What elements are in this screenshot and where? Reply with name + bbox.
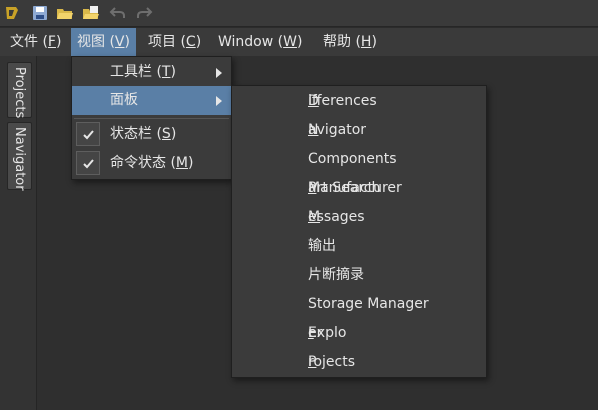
tab-navigator[interactable]: Navigator	[7, 122, 32, 191]
menu-item-statusbar-mnemonic: S	[161, 126, 171, 142]
tab-projects[interactable]: Projects	[7, 62, 32, 118]
menu-item-command-status[interactable]: 命令状态 (M)	[72, 149, 231, 178]
menu-window-mnemonic: W	[283, 34, 297, 50]
menu-item-command-status-suffix: )	[188, 155, 194, 171]
submenu-item-messages[interactable]: Messages	[232, 203, 487, 232]
menu-project-suffix: )	[195, 34, 202, 50]
save-icon[interactable]	[31, 4, 49, 22]
tab-projects-label: Projects	[12, 67, 27, 119]
menu-file[interactable]: 文件 (F)	[4, 28, 67, 56]
menu-project[interactable]: 项目 (C)	[142, 28, 207, 56]
menu-file-suffix: )	[55, 34, 62, 50]
menu-item-panels-label: 面板	[110, 92, 138, 108]
tab-navigator-label: Navigator	[12, 127, 27, 191]
toolbar	[0, 0, 598, 27]
left-dock-bar: Projects Navigator	[0, 56, 37, 410]
menu-item-statusbar-label: 状态栏 (	[110, 126, 162, 142]
menu-help-mnemonic: H	[360, 34, 372, 50]
submenu-arrow-icon	[216, 68, 222, 78]
menu-bar: 文件 (F) 视图 (V) 项目 (C) Window (W) 帮助 (H)	[0, 28, 598, 56]
submenu-arrow-icon	[216, 96, 222, 106]
menu-help[interactable]: 帮助 (H)	[317, 28, 383, 56]
menu-window[interactable]: Window (W)	[212, 28, 308, 56]
panels-submenu: Differences Navigator Components Manufac…	[231, 85, 487, 378]
submenu-item-navigator[interactable]: Navigator	[232, 116, 487, 145]
submenu-item-output[interactable]: 输出	[232, 232, 487, 261]
menu-item-toolbar-suffix: )	[170, 64, 176, 80]
menu-view-mnemonic: V	[114, 34, 125, 50]
undo-icon[interactable]	[109, 4, 127, 22]
checkmark-icon	[83, 130, 94, 140]
menu-item-command-status-label: 命令状态 (	[110, 155, 176, 171]
menu-item-statusbar-suffix: )	[170, 126, 177, 142]
menu-help-label: 帮助 (	[323, 34, 361, 50]
menu-file-mnemonic: F	[47, 34, 56, 50]
submenu-item-explorer[interactable]: Explo r er	[232, 319, 487, 348]
open-project-icon[interactable]	[82, 4, 100, 22]
submenu-item-projects[interactable]: Projects	[232, 348, 487, 377]
submenu-item-differences[interactable]: Differences	[232, 87, 487, 116]
menu-window-label: Window (	[218, 34, 284, 50]
menu-project-mnemonic: C	[185, 34, 196, 50]
checkmark-icon	[83, 159, 94, 169]
submenu-item-storage-manager[interactable]: Storage Manager	[232, 290, 487, 319]
menu-separator	[74, 118, 229, 119]
checkbox-command-status[interactable]	[76, 151, 100, 175]
submenu-item-components[interactable]: Components	[232, 145, 487, 174]
menu-window-suffix: )	[296, 34, 303, 50]
menu-item-panels[interactable]: 面板	[72, 86, 231, 115]
view-menu-dropdown: 工具栏 (T) 面板 状态栏 (S) 命令状态 (M)	[71, 56, 232, 180]
submenu-item-manufacturer-part-search[interactable]: Manufacturer Part Search	[232, 174, 487, 203]
menu-file-label: 文件 (	[10, 34, 48, 50]
menu-item-toolbar-label: 工具栏 (	[110, 64, 162, 80]
menu-help-suffix: )	[371, 34, 377, 50]
open-folder-icon[interactable]	[56, 4, 74, 22]
submenu-item-snippets[interactable]: 片断摘录	[232, 261, 487, 290]
checkbox-statusbar[interactable]	[76, 122, 100, 146]
menu-view-suffix: )	[124, 34, 130, 50]
menu-view-label: 视图 (	[77, 34, 115, 50]
menu-view[interactable]: 视图 (V)	[71, 28, 136, 56]
redo-icon[interactable]	[135, 4, 153, 22]
menu-item-toolbar[interactable]: 工具栏 (T)	[72, 58, 231, 87]
menu-item-command-status-mnemonic: M	[175, 155, 189, 171]
menu-project-label: 项目 (	[148, 34, 186, 50]
app-logo-icon[interactable]	[3, 4, 21, 22]
menu-item-statusbar[interactable]: 状态栏 (S)	[72, 120, 231, 149]
